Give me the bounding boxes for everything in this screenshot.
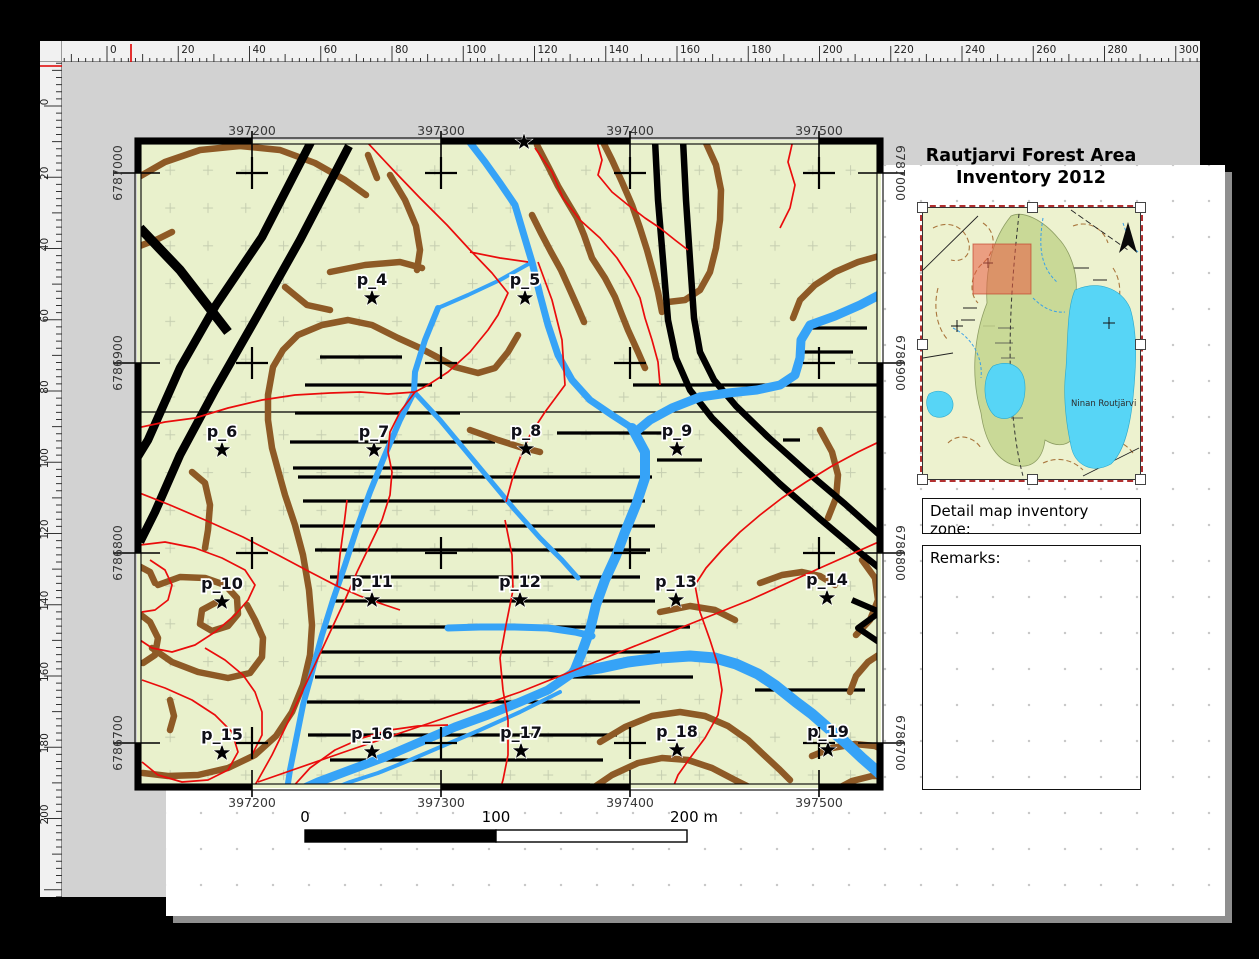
svg-text:6786700: 6786700 [110, 715, 125, 771]
selection-handle-bm[interactable] [1027, 474, 1038, 485]
selection-handle-tl[interactable] [917, 202, 928, 213]
left-ruler[interactable]: 0 20 40 60 80 100 120 140 160 180 200 [40, 62, 62, 897]
overview-lake-label: Ninan Routjärvi [1071, 399, 1136, 409]
sample-point-label: p_16 [351, 724, 393, 743]
svg-text:200: 200 [40, 804, 51, 824]
selection-handle-ml[interactable] [917, 339, 928, 350]
sample-point-label: p_8 [511, 421, 542, 440]
svg-text:80: 80 [395, 44, 408, 56]
svg-text:397500: 397500 [795, 795, 843, 810]
svg-text:40: 40 [40, 238, 51, 251]
svg-text:397400: 397400 [606, 123, 654, 138]
ruler-corner [40, 41, 62, 62]
detail-map-label: Detail map inventory zone: [930, 502, 1088, 538]
sample-point-label: p_15 [201, 725, 243, 744]
svg-text:160: 160 [680, 44, 700, 56]
svg-text:6786900: 6786900 [110, 335, 125, 391]
overview-map[interactable]: Ninan Routjärvi [922, 207, 1141, 480]
svg-text:40: 40 [253, 44, 266, 56]
sample-point-label: p_10 [201, 574, 243, 593]
sample-point-label: p_6 [207, 422, 238, 441]
sample-point-label: p_13 [655, 572, 697, 591]
remarks-box[interactable]: Remarks: [922, 545, 1141, 790]
svg-text:280: 280 [1108, 44, 1128, 56]
remarks-label: Remarks: [930, 549, 1001, 567]
svg-text:397200: 397200 [228, 123, 276, 138]
sample-point-label: p_19 [807, 722, 849, 741]
selection-handle-bl[interactable] [917, 474, 928, 485]
sample-point-label: p_4 [357, 270, 388, 289]
map-content [135, 138, 883, 790]
sample-point-label: p_14 [806, 570, 848, 589]
svg-text:180: 180 [751, 44, 771, 56]
svg-text:6786800: 6786800 [893, 525, 908, 581]
svg-text:6787000: 6787000 [110, 145, 125, 201]
title-line2: Inventory 2012 [956, 168, 1106, 188]
svg-text:300: 300 [1179, 44, 1199, 56]
svg-text:397300: 397300 [417, 123, 465, 138]
svg-text:140: 140 [40, 591, 51, 611]
svg-text:80: 80 [40, 380, 51, 393]
selection-handle-tm[interactable] [1027, 202, 1038, 213]
scale-bar-label: 0 [300, 808, 310, 826]
svg-text:180: 180 [40, 733, 51, 753]
svg-text:60: 60 [324, 44, 337, 56]
overview-lake-tiny [927, 391, 953, 417]
svg-text:6786800: 6786800 [110, 525, 125, 581]
overview-lake-small [985, 363, 1025, 418]
svg-text:260: 260 [1036, 44, 1056, 56]
selection-handle-tr[interactable] [1135, 202, 1146, 213]
sample-point-label: p_12 [499, 572, 541, 591]
overview-map-canvas: Ninan Routjärvi [923, 208, 1140, 479]
page-title[interactable]: Rautjarvi Forest Area Inventory 2012 [900, 146, 1162, 189]
sample-point-label: p_18 [656, 722, 698, 741]
detail-map-box[interactable]: Detail map inventory zone: [922, 498, 1141, 534]
svg-text:0: 0 [40, 99, 51, 106]
sample-point-label: p_9 [662, 421, 693, 440]
svg-text:100: 100 [466, 44, 486, 56]
sample-point-label: p_11 [351, 572, 393, 591]
svg-text:6786700: 6786700 [893, 715, 908, 771]
svg-text:20: 20 [181, 44, 194, 56]
svg-text:60: 60 [40, 309, 51, 322]
svg-text:220: 220 [894, 44, 914, 56]
sample-point-label: p_5 [510, 270, 541, 289]
sample-point-label: p_17 [500, 723, 542, 742]
qgis-composer-window: 0204060801001201401601802002202402602803… [0, 0, 1259, 959]
svg-text:120: 120 [538, 44, 558, 56]
scale-bar[interactable]: 0 100 200 m [300, 808, 718, 842]
overview-extent-rect [973, 244, 1031, 294]
svg-text:397300: 397300 [417, 795, 465, 810]
svg-text:140: 140 [609, 44, 629, 56]
selection-handle-mr[interactable] [1135, 339, 1146, 350]
sample-point-label: p_7 [359, 422, 390, 441]
svg-text:397400: 397400 [606, 795, 654, 810]
scale-bar-label: 200 m [670, 808, 718, 826]
svg-text:100: 100 [40, 448, 51, 468]
scale-bar-label: 100 [482, 808, 511, 826]
svg-text:0: 0 [110, 44, 117, 56]
svg-text:20: 20 [40, 167, 51, 180]
svg-text:240: 240 [965, 44, 985, 56]
svg-text:200: 200 [823, 44, 843, 56]
title-line1: Rautjarvi Forest Area [926, 146, 1137, 166]
selection-handle-br[interactable] [1135, 474, 1146, 485]
svg-text:160: 160 [40, 662, 51, 682]
svg-text:397500: 397500 [795, 123, 843, 138]
top-ruler[interactable]: 0 20 40 60 80 100 120 140 160 180 200 220 240 260 280 3… [62, 41, 1200, 62]
svg-text:397200: 397200 [228, 795, 276, 810]
svg-text:120: 120 [40, 519, 51, 539]
svg-text:6786900: 6786900 [893, 335, 908, 391]
